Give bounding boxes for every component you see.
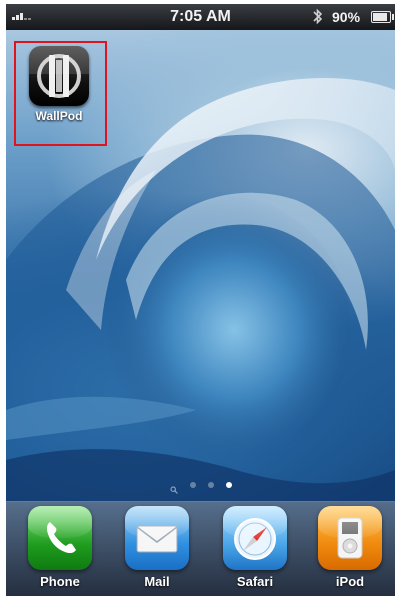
dock-app-ipod[interactable]: iPod (310, 506, 390, 589)
ipod-device-icon (337, 517, 363, 559)
mail-label: Mail (144, 574, 170, 589)
dock-app-phone[interactable]: Phone (20, 506, 100, 589)
battery-fill (373, 13, 388, 21)
battery-icon (371, 11, 394, 23)
mail-icon[interactable] (125, 506, 189, 570)
phone-label: Phone (40, 574, 80, 589)
bluetooth-icon (313, 8, 323, 25)
phone-handset-icon (46, 522, 76, 554)
highlight-box (14, 41, 107, 146)
page-dot (189, 482, 196, 488)
iphone-screen: 7:05 AM 90% WallPod Phone Mail Safari iP… (6, 4, 395, 596)
page-dot-active (225, 482, 232, 488)
ipod-icon[interactable] (318, 506, 382, 570)
battery-percent: 90% (332, 9, 361, 25)
status-bar: 7:05 AM 90% (6, 4, 395, 30)
envelope-icon (136, 525, 178, 553)
search-page-icon (169, 481, 178, 494)
dock-app-mail[interactable]: Mail (117, 506, 197, 589)
safari-label: Safari (236, 574, 274, 589)
safari-icon[interactable] (223, 506, 287, 570)
dock-app-safari[interactable]: Safari (215, 506, 295, 589)
phone-icon[interactable] (28, 506, 92, 570)
compass-icon (234, 518, 276, 560)
ipod-label: iPod (335, 574, 365, 589)
page-indicator[interactable] (6, 481, 395, 494)
page-dot (207, 482, 214, 488)
